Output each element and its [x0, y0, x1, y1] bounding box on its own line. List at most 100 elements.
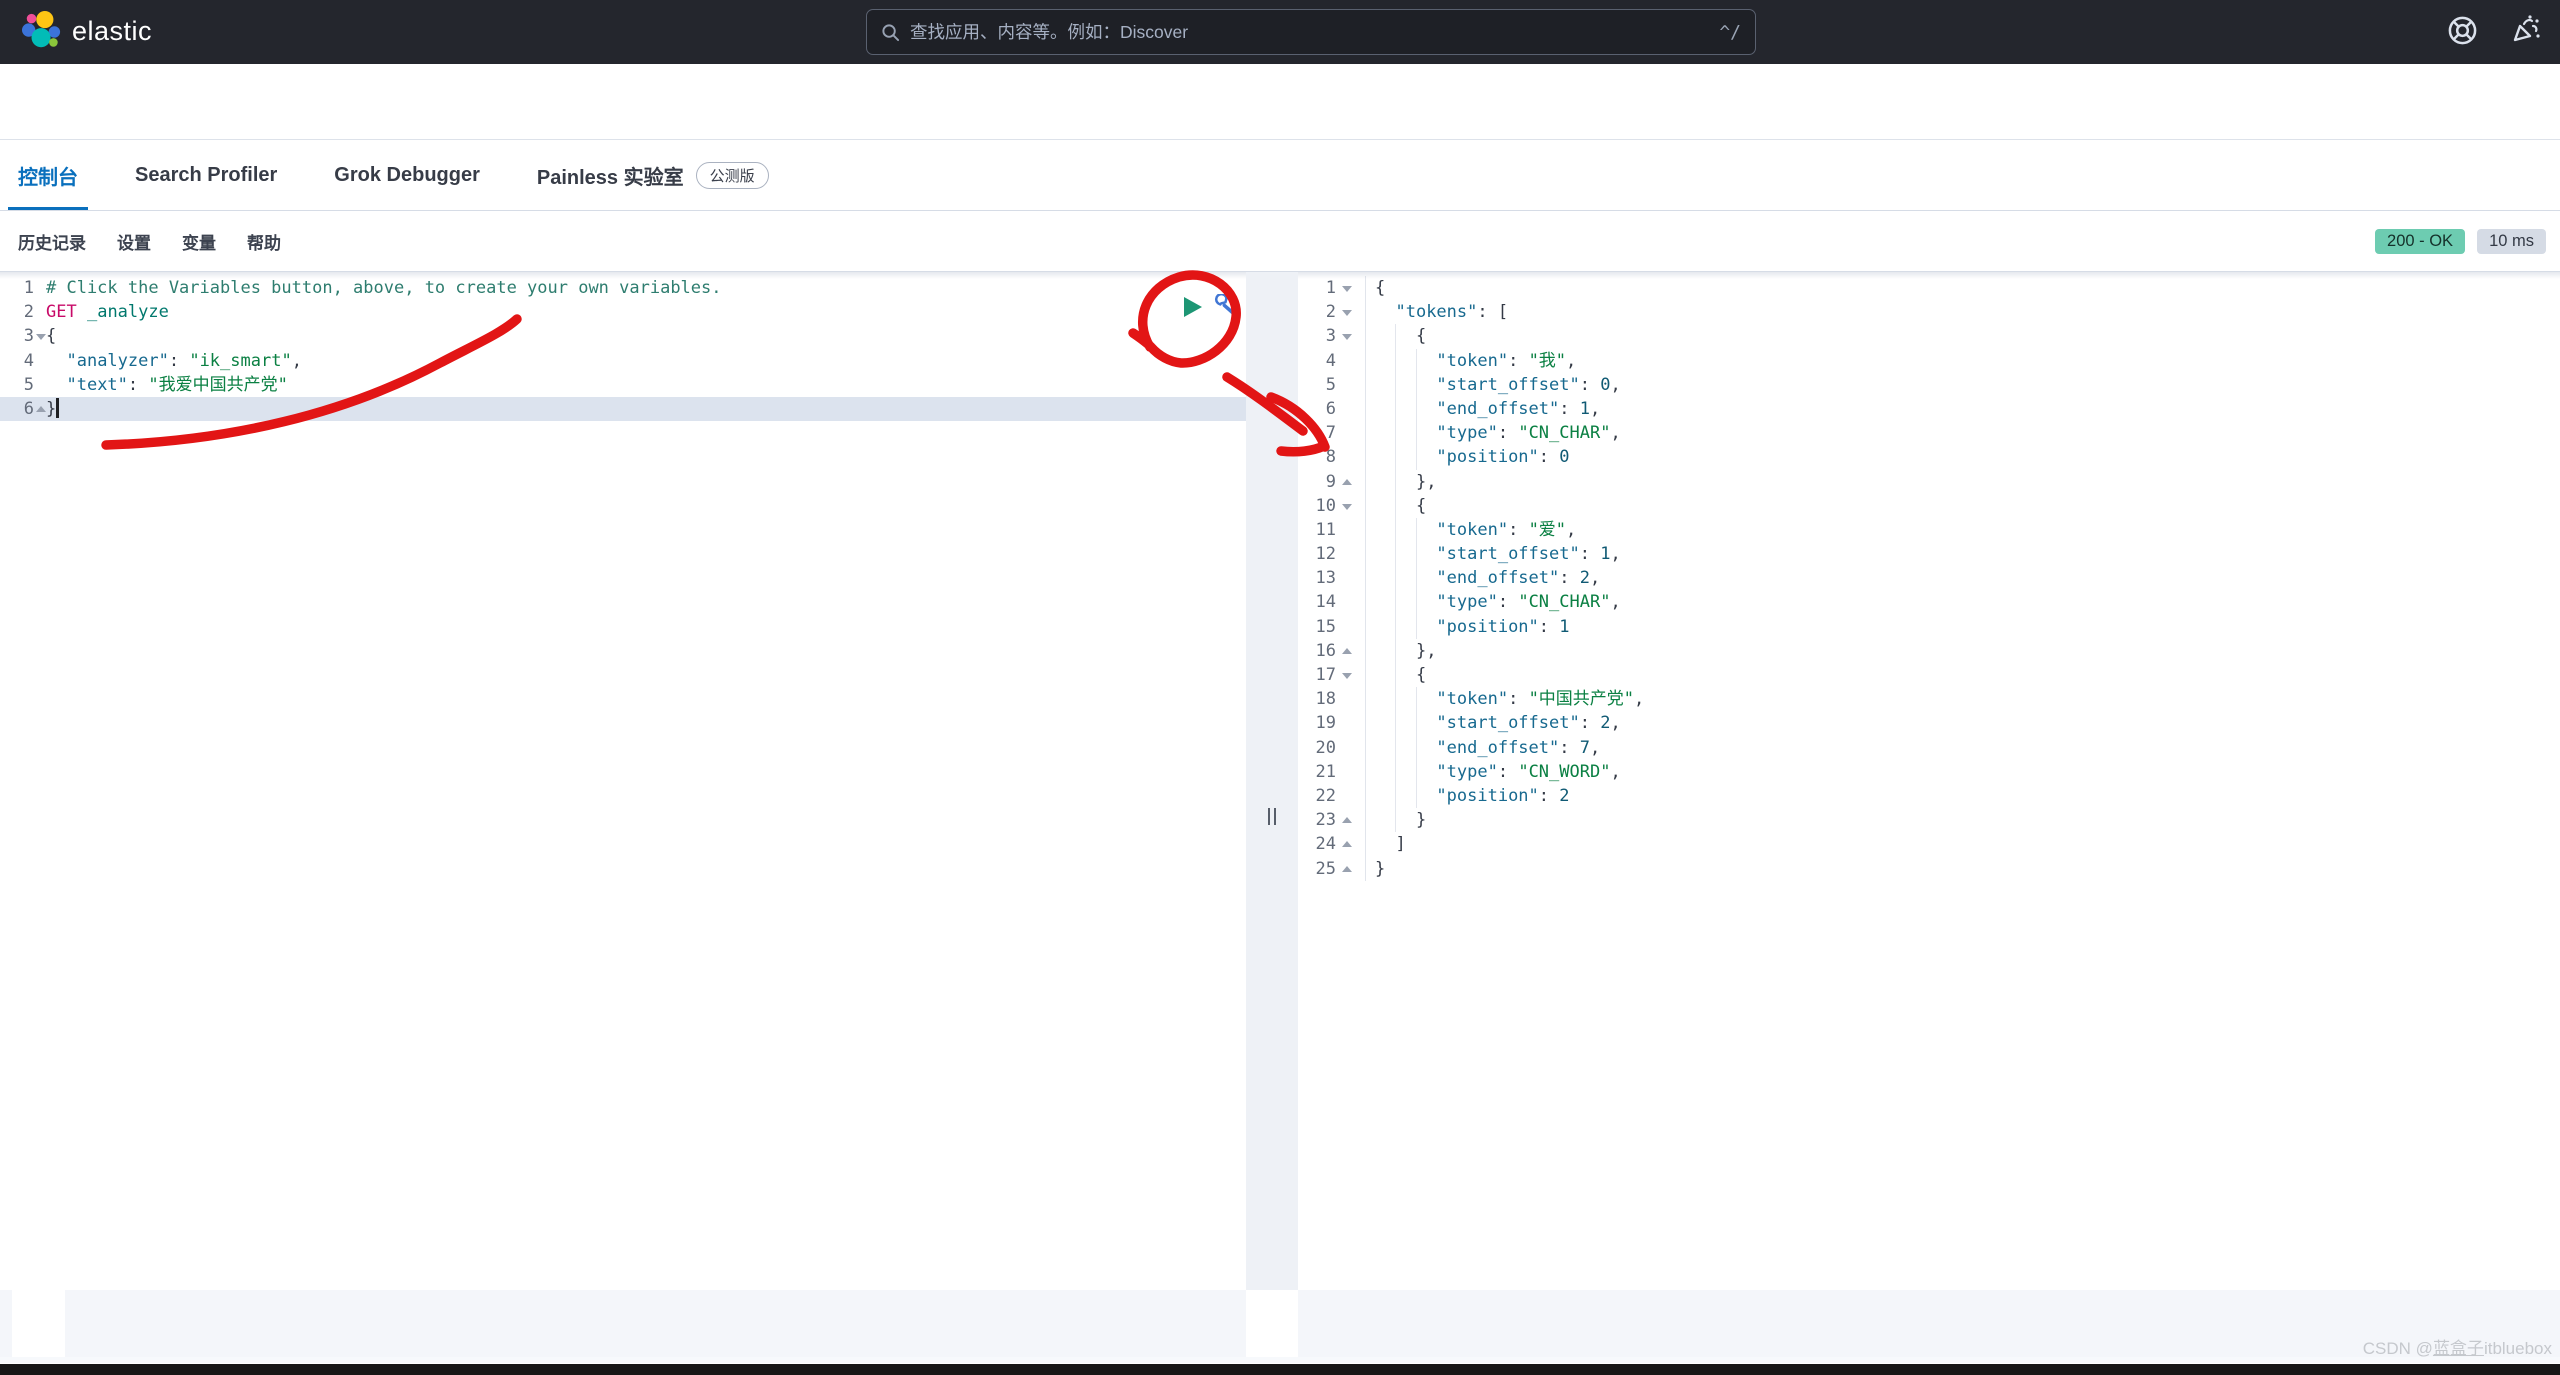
code-line[interactable]: 5 "text": "我爱中国共产党": [0, 373, 1246, 397]
search-shortcut-hint: ^/: [1719, 22, 1741, 43]
code-line[interactable]: 22 "position": 2: [1298, 784, 2560, 808]
line-number: 6: [0, 397, 44, 421]
code-text: {: [1375, 324, 2560, 348]
help-lifebuoy-icon[interactable]: [2447, 15, 2478, 46]
code-line[interactable]: 4 "token": "我",: [1298, 349, 2560, 373]
fold-close-icon[interactable]: [36, 406, 46, 412]
response-editor[interactable]: 1{2 "tokens": [3 {4 "token": "我",5 "star…: [1298, 272, 2560, 1363]
code-line[interactable]: 15 "position": 1: [1298, 615, 2560, 639]
tab-grok-debugger[interactable]: Grok Debugger: [334, 140, 480, 210]
kibana-console-page: elastic ^/: [0, 0, 2560, 1375]
code-line[interactable]: 25}: [1298, 857, 2560, 881]
beta-badge: 公测版: [696, 162, 769, 189]
code-line[interactable]: 21 "type": "CN_WORD",: [1298, 760, 2560, 784]
code-line[interactable]: 13 "end_offset": 2,: [1298, 566, 2560, 590]
line-number: 2: [0, 300, 44, 324]
code-line[interactable]: 18 "token": "中国共产党",: [1298, 687, 2560, 711]
code-line[interactable]: 24 ]: [1298, 832, 2560, 856]
resizer-handle-icon[interactable]: [1268, 808, 1276, 825]
dev-tools-tabs: 控制台 Search Profiler Grok Debugger Painle…: [0, 140, 2560, 211]
fold-open-icon[interactable]: [1342, 504, 1352, 510]
code-text: {: [1375, 276, 2560, 300]
line-number: 1: [0, 276, 44, 300]
code-line[interactable]: 17 {: [1298, 663, 2560, 687]
fold-open-icon[interactable]: [36, 334, 46, 340]
line-number: 23: [1298, 808, 1366, 832]
help-button[interactable]: 帮助: [247, 229, 281, 254]
code-text: "token": "中国共产党",: [1375, 687, 2560, 711]
response-editor-lines: 1{2 "tokens": [3 {4 "token": "我",5 "star…: [1298, 272, 2560, 881]
fold-open-icon[interactable]: [1342, 673, 1352, 679]
whats-new-party-popper-icon[interactable]: [2508, 13, 2542, 47]
code-line[interactable]: 1{: [1298, 276, 2560, 300]
code-text: },: [1375, 639, 2560, 663]
fold-close-icon[interactable]: [1342, 841, 1352, 847]
code-line[interactable]: 8 "position": 0: [1298, 445, 2560, 469]
line-number: 4: [0, 349, 44, 373]
panel-resizer[interactable]: [1246, 272, 1298, 1363]
code-text: "start_offset": 2,: [1375, 711, 2560, 735]
code-line[interactable]: 6}: [0, 397, 1246, 421]
code-line[interactable]: 11 "token": "爱",: [1298, 518, 2560, 542]
fold-close-icon[interactable]: [1342, 866, 1352, 872]
code-text: "position": 1: [1375, 615, 2560, 639]
code-line[interactable]: 16 },: [1298, 639, 2560, 663]
settings-button[interactable]: 设置: [117, 229, 151, 254]
code-line[interactable]: 23 }: [1298, 808, 2560, 832]
code-text: "end_offset": 1,: [1375, 397, 2560, 421]
request-actions: [1184, 294, 1239, 319]
code-line[interactable]: 2 "tokens": [: [1298, 300, 2560, 324]
fold-close-icon[interactable]: [1342, 479, 1352, 485]
code-line[interactable]: 7 "type": "CN_CHAR",: [1298, 421, 2560, 445]
code-line[interactable]: 6 "end_offset": 1,: [1298, 397, 2560, 421]
code-line[interactable]: 20 "end_offset": 7,: [1298, 736, 2560, 760]
line-number: 14: [1298, 590, 1366, 614]
request-editor[interactable]: 1# Click the Variables button, above, to…: [0, 272, 1246, 1363]
code-text: }: [46, 397, 1246, 421]
history-button[interactable]: 历史记录: [18, 229, 86, 254]
code-text: {: [46, 324, 1246, 348]
tab-console[interactable]: 控制台: [18, 140, 78, 210]
request-editor-lines: 1# Click the Variables button, above, to…: [0, 272, 1246, 421]
code-text: "tokens": [: [1375, 300, 2560, 324]
code-text: {: [1375, 663, 2560, 687]
code-text: "token": "我",: [1375, 349, 2560, 373]
request-options-wrench-icon[interactable]: [1214, 294, 1239, 319]
code-text: "type": "CN_WORD",: [1375, 760, 2560, 784]
code-text: ]: [1375, 832, 2560, 856]
search-icon: [881, 23, 900, 42]
code-line[interactable]: 2GET _analyze: [0, 300, 1246, 324]
code-line[interactable]: 12 "start_offset": 1,: [1298, 542, 2560, 566]
line-number: 10: [1298, 494, 1366, 518]
code-text: "start_offset": 0,: [1375, 373, 2560, 397]
console-toolbar: 历史记录 设置 变量 帮助 200 - OK 10 ms: [0, 211, 2560, 272]
code-line[interactable]: 9 },: [1298, 470, 2560, 494]
code-text: }: [1375, 808, 2560, 832]
code-line[interactable]: 3 {: [1298, 324, 2560, 348]
global-search[interactable]: ^/: [866, 9, 1756, 55]
send-request-play-icon[interactable]: [1184, 297, 1202, 317]
line-number: 7: [1298, 421, 1366, 445]
code-text: "type": "CN_CHAR",: [1375, 590, 2560, 614]
fold-open-icon[interactable]: [1342, 334, 1352, 340]
line-number: 3: [1298, 324, 1366, 348]
code-line[interactable]: 4 "analyzer": "ik_smart",: [0, 349, 1246, 373]
text-cursor: [56, 398, 59, 418]
fold-open-icon[interactable]: [1342, 310, 1352, 316]
elastic-logo[interactable]: elastic: [22, 11, 152, 51]
fold-open-icon[interactable]: [1342, 286, 1352, 292]
fold-close-icon[interactable]: [1342, 648, 1352, 654]
tab-search-profiler[interactable]: Search Profiler: [135, 140, 277, 210]
variables-button[interactable]: 变量: [182, 229, 216, 254]
code-line[interactable]: 10 {: [1298, 494, 2560, 518]
top-bar: elastic ^/: [0, 0, 2560, 64]
code-line[interactable]: 1# Click the Variables button, above, to…: [0, 276, 1246, 300]
code-line[interactable]: 3{: [0, 324, 1246, 348]
tab-painless-lab[interactable]: Painless 实验室 公测版: [537, 140, 769, 210]
search-input[interactable]: [910, 22, 1719, 43]
code-text: "position": 0: [1375, 445, 2560, 469]
code-line[interactable]: 14 "type": "CN_CHAR",: [1298, 590, 2560, 614]
code-line[interactable]: 5 "start_offset": 0,: [1298, 373, 2560, 397]
code-line[interactable]: 19 "start_offset": 2,: [1298, 711, 2560, 735]
fold-close-icon[interactable]: [1342, 817, 1352, 823]
